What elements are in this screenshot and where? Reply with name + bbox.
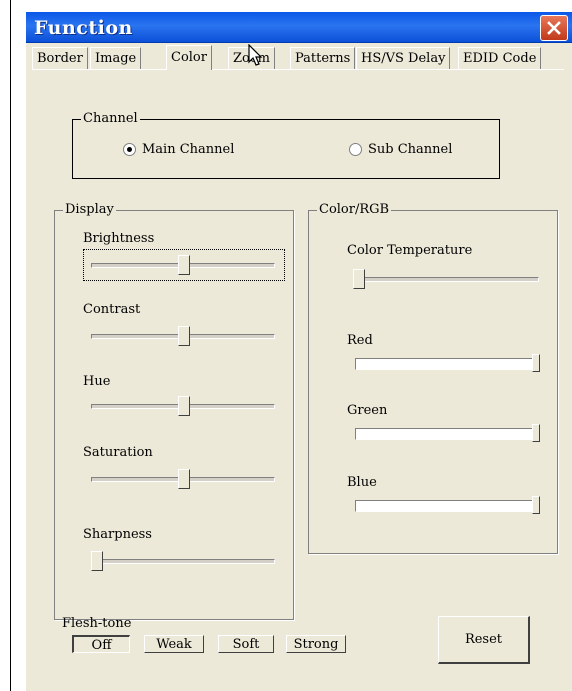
flesh-tone-label: Flesh-tone xyxy=(62,616,132,631)
flesh-tone-soft-button[interactable]: Soft xyxy=(218,635,274,653)
hue-thumb[interactable] xyxy=(178,396,190,416)
close-icon xyxy=(547,21,561,35)
sharpness-thumb[interactable] xyxy=(91,551,103,571)
window-title: Function xyxy=(34,17,133,39)
color-rgb-legend: Color/RGB xyxy=(317,202,392,217)
sub-channel-radio[interactable]: Sub Channel xyxy=(349,142,452,157)
color-rgb-group: Color/RGB Color Temperature Red Green Bl… xyxy=(308,202,558,554)
flesh-tone-strong-button[interactable]: Strong xyxy=(286,635,346,653)
channel-legend: Channel xyxy=(81,111,140,126)
close-button[interactable] xyxy=(540,15,568,41)
tab-image[interactable]: Image xyxy=(90,47,142,69)
tab-border[interactable]: Border xyxy=(32,47,88,69)
blue-label: Blue xyxy=(347,475,377,490)
flesh-tone-off-button[interactable]: Off xyxy=(72,635,130,653)
red-label: Red xyxy=(347,333,373,348)
color-temperature-slider[interactable] xyxy=(353,267,539,289)
tab-hs-vs-delay[interactable]: HS/VS Delay xyxy=(356,47,451,69)
channel-group: Channel Main Channel Sub Channel xyxy=(72,111,500,179)
hue-label: Hue xyxy=(83,374,111,389)
blue-thumb[interactable] xyxy=(532,496,540,514)
brightness-thumb[interactable] xyxy=(178,255,190,275)
flesh-tone-weak-button[interactable]: Weak xyxy=(144,635,204,653)
tab-baseline xyxy=(32,69,564,70)
red-thumb[interactable] xyxy=(532,354,540,372)
saturation-label: Saturation xyxy=(83,445,153,460)
display-group: Display Brightness Contrast Hue Saturati… xyxy=(54,202,294,620)
sharpness-label: Sharpness xyxy=(83,527,152,542)
green-thumb[interactable] xyxy=(532,424,540,442)
contrast-slider[interactable] xyxy=(91,324,275,346)
brightness-label: Brightness xyxy=(83,231,155,246)
reset-button[interactable]: Reset xyxy=(438,616,530,664)
sharpness-slider[interactable] xyxy=(91,549,275,571)
green-label: Green xyxy=(347,403,388,418)
contrast-label: Contrast xyxy=(83,302,141,317)
radio-icon xyxy=(349,143,362,156)
hue-slider[interactable] xyxy=(91,394,275,416)
mouse-pointer-icon xyxy=(248,44,263,66)
radio-icon xyxy=(123,143,136,156)
color-temperature-label: Color Temperature xyxy=(347,243,473,258)
tab-edid-code[interactable]: EDID Code xyxy=(458,47,542,69)
title-bar[interactable]: Function xyxy=(26,12,572,43)
saturation-thumb[interactable] xyxy=(178,469,190,489)
tab-patterns[interactable]: Patterns xyxy=(290,47,356,69)
brightness-slider[interactable] xyxy=(91,253,275,275)
function-window: Function Border Image Color Zoom Pattern… xyxy=(26,12,572,691)
red-slider[interactable] xyxy=(355,354,540,372)
saturation-slider[interactable] xyxy=(91,467,275,489)
color-temperature-thumb[interactable] xyxy=(353,269,365,289)
blue-slider[interactable] xyxy=(355,496,540,514)
display-legend: Display xyxy=(63,202,116,217)
tab-color[interactable]: Color xyxy=(166,45,212,70)
contrast-thumb[interactable] xyxy=(178,326,190,346)
left-frame-line xyxy=(10,0,11,691)
green-slider[interactable] xyxy=(355,424,540,442)
main-channel-radio[interactable]: Main Channel xyxy=(123,142,234,157)
